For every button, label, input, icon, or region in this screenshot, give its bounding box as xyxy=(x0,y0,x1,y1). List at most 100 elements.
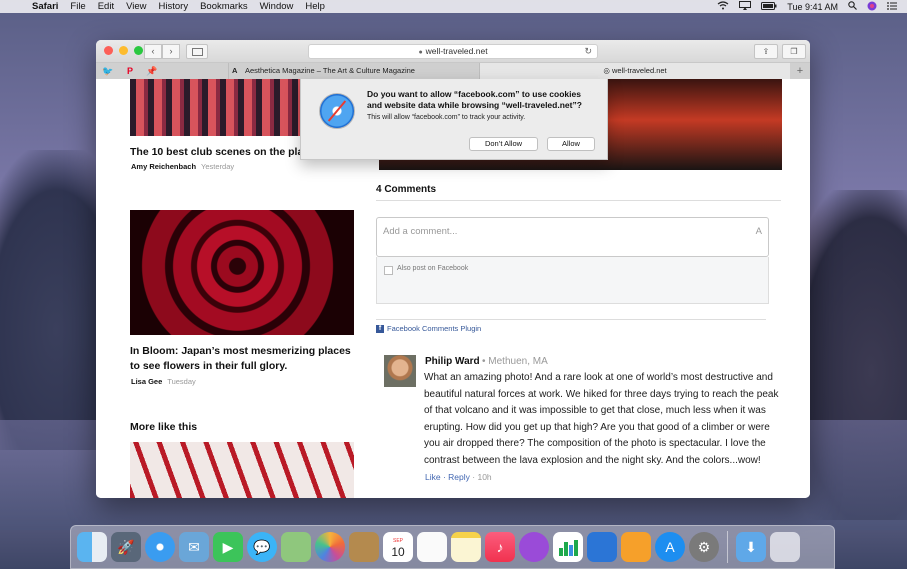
lock-icon: ● xyxy=(418,49,423,56)
menu-window[interactable]: Window xyxy=(260,1,294,12)
article-title[interactable]: In Bloom: Japan’s most mesmerizing place… xyxy=(130,344,362,374)
menu-edit[interactable]: Edit xyxy=(98,1,114,12)
safari-window: ‹ › ● well-traveled.net ↻ ⇪ ❐ 🐦 P 📌 A Aes… xyxy=(96,40,810,498)
maps-icon[interactable] xyxy=(281,532,311,562)
aesthetica-favicon-icon: A xyxy=(232,66,238,75)
back-button[interactable]: ‹ xyxy=(144,44,162,59)
finder-icon[interactable] xyxy=(77,532,107,562)
spotlight-search-icon[interactable] xyxy=(848,1,857,12)
reload-icon[interactable]: ↻ xyxy=(584,45,592,58)
wifi-icon[interactable] xyxy=(717,1,729,12)
tab-label: Aesthetica Magazine – The Art & Culture … xyxy=(245,66,415,75)
cookie-permission-dialog: Do you want to allow “facebook.com” to u… xyxy=(300,79,608,160)
launchpad-icon[interactable]: 🚀 xyxy=(111,532,141,562)
comment-input-box[interactable]: Add a comment... A xyxy=(376,217,769,257)
trash-icon[interactable] xyxy=(770,532,800,562)
post-on-facebook-checkbox[interactable] xyxy=(384,266,393,275)
music-icon[interactable]: ♪ xyxy=(485,532,515,562)
show-tabs-button[interactable]: ❐ xyxy=(782,44,806,59)
app-store-icon[interactable]: A xyxy=(655,532,685,562)
menu-bar: Safari File Edit View History Bookmarks … xyxy=(0,0,907,13)
safari-icon[interactable] xyxy=(145,532,175,562)
numbers-icon[interactable] xyxy=(553,532,583,562)
airplay-icon[interactable] xyxy=(739,1,752,12)
menu-bookmarks[interactable]: Bookmarks xyxy=(200,1,248,12)
globe-icon: ◎ xyxy=(603,66,610,75)
siri-icon[interactable] xyxy=(867,1,877,13)
reply-link[interactable]: Reply xyxy=(448,472,470,482)
menu-view[interactable]: View xyxy=(126,1,146,12)
allow-button[interactable]: Allow xyxy=(547,137,595,151)
menu-app-name[interactable]: Safari xyxy=(32,1,58,12)
dont-allow-button[interactable]: Don’t Allow xyxy=(469,137,538,151)
article-time: Tuesday xyxy=(167,377,196,386)
window-controls xyxy=(104,46,143,55)
sidebar-icon xyxy=(192,48,203,56)
article-author[interactable]: Amy Reichenbach xyxy=(131,162,196,171)
photos-icon[interactable] xyxy=(315,532,345,562)
article-meta: Lisa Gee Tuesday xyxy=(131,377,196,386)
contacts-icon[interactable] xyxy=(349,532,379,562)
facebook-icon: f xyxy=(376,324,384,333)
tab-label: well-traveled.net xyxy=(612,66,667,75)
dock-separator xyxy=(727,531,728,563)
menu-help[interactable]: Help xyxy=(305,1,325,12)
notes-icon[interactable] xyxy=(451,532,481,562)
article-title[interactable]: The 10 best club scenes on the plan xyxy=(130,145,310,160)
comment-input[interactable]: Add a comment... xyxy=(383,226,457,237)
like-link[interactable]: Like xyxy=(425,472,441,482)
system-preferences-icon[interactable]: ⚙ xyxy=(689,532,719,562)
facebook-comments-plugin-link[interactable]: f Facebook Comments Plugin xyxy=(376,324,481,333)
safari-compass-icon xyxy=(319,93,355,129)
divider xyxy=(376,319,766,320)
notification-center-icon[interactable] xyxy=(887,1,897,12)
comments-count: 4 Comments xyxy=(376,184,437,195)
tab-aesthetica[interactable]: A Aesthetica Magazine – The Art & Cultur… xyxy=(228,63,478,79)
address-bar[interactable]: ● well-traveled.net ↻ xyxy=(308,44,598,59)
twitter-icon[interactable]: 🐦 xyxy=(102,65,114,77)
zoom-window-button[interactable] xyxy=(134,46,143,55)
forward-button[interactable]: › xyxy=(162,44,180,59)
comment-author[interactable]: Philip Ward xyxy=(425,356,480,367)
article-image-structure[interactable] xyxy=(130,442,354,498)
battery-icon[interactable] xyxy=(761,1,777,12)
article-image-flower[interactable] xyxy=(130,210,354,335)
menu-history[interactable]: History xyxy=(159,1,189,12)
minimize-window-button[interactable] xyxy=(119,46,128,55)
post-on-facebook-label: Also post on Facebook xyxy=(397,265,469,272)
podcasts-icon[interactable] xyxy=(519,532,549,562)
tab-bar: 🐦 P 📌 A Aesthetica Magazine – The Art & … xyxy=(96,63,810,80)
downloads-icon[interactable]: ⬇ xyxy=(736,532,766,562)
keynote-icon[interactable] xyxy=(587,532,617,562)
menu-file[interactable]: File xyxy=(70,1,85,12)
mail-icon[interactable]: ✉ xyxy=(179,532,209,562)
avatar[interactable] xyxy=(384,355,416,387)
address-text: well-traveled.net xyxy=(425,46,488,56)
reminders-icon[interactable] xyxy=(417,532,447,562)
menu-clock[interactable]: Tue 9:41 AM xyxy=(787,2,838,12)
divider xyxy=(376,200,781,201)
calendar-icon[interactable]: SEP 10 xyxy=(383,532,413,562)
article-meta: Amy Reichenbach Yesterday xyxy=(131,162,234,171)
dock: 🚀 ✉ ▶ 💬 SEP 10 ♪ A ⚙ ⬇ xyxy=(70,525,835,569)
messages-icon[interactable]: 💬 xyxy=(247,532,277,562)
dialog-subtitle: This will allow “facebook.com” to track … xyxy=(367,114,526,121)
article-time: Yesterday xyxy=(201,162,235,171)
calendar-day: 10 xyxy=(391,545,405,559)
article-author[interactable]: Lisa Gee xyxy=(131,377,162,386)
share-button[interactable]: ⇪ xyxy=(754,44,778,59)
tab-well-traveled[interactable]: ◎ well-traveled.net xyxy=(479,63,790,79)
comment-actions: Like · Reply · 10h xyxy=(425,472,492,482)
comment-text: What an amazing photo! And a rare look a… xyxy=(424,372,779,466)
text-format-icon[interactable]: A xyxy=(756,226,762,237)
sidebar-toggle-button[interactable] xyxy=(186,44,208,59)
facetime-icon[interactable]: ▶ xyxy=(213,532,243,562)
new-tab-button[interactable]: + xyxy=(790,63,810,79)
pages-icon[interactable] xyxy=(621,532,651,562)
pin-icon[interactable]: 📌 xyxy=(146,65,158,77)
pinterest-icon[interactable]: P xyxy=(124,65,136,77)
close-window-button[interactable] xyxy=(104,46,113,55)
toolbar: ‹ › ● well-traveled.net ↻ ⇪ ❐ xyxy=(96,40,810,63)
dialog-title: Do you want to allow “facebook.com” to u… xyxy=(367,89,582,110)
nav-buttons: ‹ › xyxy=(144,44,180,59)
